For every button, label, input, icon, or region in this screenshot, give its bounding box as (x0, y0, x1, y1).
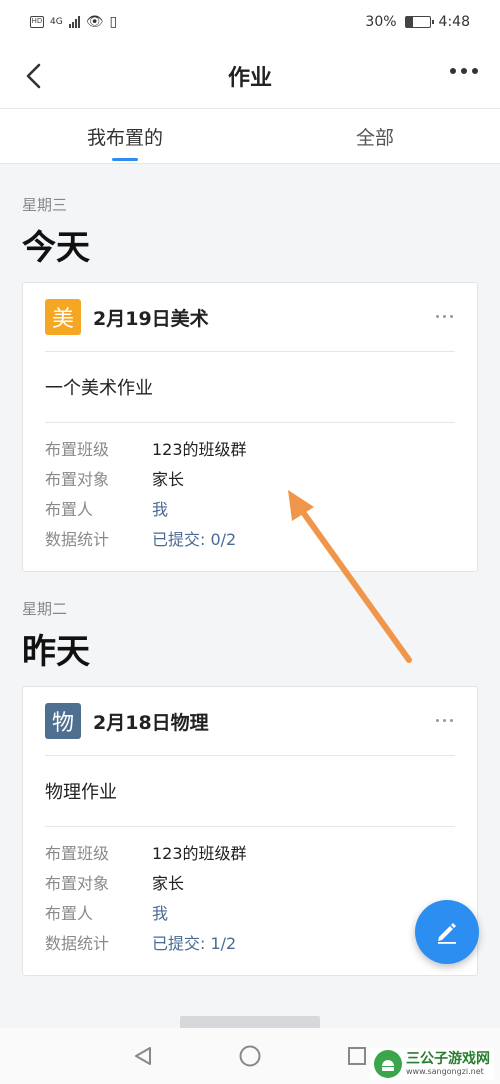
watermark-text-group: 三公子游戏网 www.sangongzi.net (406, 1051, 490, 1077)
clock: 4:48 (438, 14, 470, 30)
info-row: 布置对象 家长 (45, 867, 455, 897)
info-value: 123的班级群 (152, 440, 247, 459)
info-list: 布置班级 123的班级群 布置对象 家长 布置人 我 数据统计 已提交: 1/2 (23, 827, 477, 975)
site-watermark: 三公子游戏网 www.sangongzi.net (370, 1048, 494, 1080)
vibrate-icon: ▯ (109, 14, 118, 30)
assigner-link[interactable]: 我 (152, 900, 168, 924)
tab-label: 全部 (355, 126, 394, 149)
info-value: 123的班级群 (152, 844, 247, 863)
info-value: 家长 (152, 874, 185, 893)
card-more-button[interactable] (436, 719, 453, 722)
info-label: 布置对象 (45, 470, 110, 489)
info-row: 布置对象 家长 (45, 463, 455, 493)
info-list: 布置班级 123的班级群 布置对象 家长 布置人 我 数据统计 已提交: 0/2 (23, 423, 477, 571)
assigner-link[interactable]: 我 (152, 496, 168, 520)
status-bar: HD 4G 👁 ▯ 30% 4:48 (0, 0, 500, 44)
homework-card[interactable]: 物 2月18日物理 物理作业 布置班级 123的班级群 布置对象 家长 布置人 … (22, 686, 478, 976)
status-right: 30% 4:48 (365, 14, 470, 30)
info-row: 布置班级 123的班级群 (45, 837, 455, 867)
day-heading: 昨天 (22, 632, 90, 672)
submission-stats-link[interactable]: 已提交: 1/2 (152, 930, 236, 954)
info-value: 家长 (152, 470, 185, 489)
tab-bar: 我布置的 全部 (0, 108, 500, 164)
info-row: 布置人 我 (45, 897, 455, 927)
more-button[interactable] (450, 68, 478, 74)
weekday-label: 星期三 (22, 196, 68, 214)
hd-icon: HD (30, 16, 44, 28)
card-description: 物理作业 (45, 782, 117, 803)
battery-percent: 30% (365, 14, 397, 30)
info-label: 布置人 (45, 500, 94, 519)
back-button[interactable] (18, 60, 50, 92)
status-left: HD 4G 👁 ▯ (30, 14, 117, 30)
card-header: 美 2月19日美术 (23, 283, 477, 351)
battery-level (405, 17, 413, 27)
chevron-left-icon (26, 63, 41, 89)
card-title: 2月18日物理 (93, 711, 209, 734)
info-label: 数据统计 (45, 934, 110, 953)
info-label: 布置对象 (45, 874, 110, 893)
card-header: 物 2月18日物理 (23, 687, 477, 755)
pencil-icon (438, 923, 456, 944)
subject-badge: 物 (45, 703, 81, 739)
homework-card[interactable]: 美 2月19日美术 一个美术作业 布置班级 123的班级群 布置对象 家长 布置… (22, 282, 478, 572)
card-title: 2月19日美术 (93, 307, 209, 330)
day-heading: 今天 (22, 228, 90, 268)
more-dot-icon (461, 68, 467, 74)
tab-active-indicator (112, 158, 138, 161)
tab-assigned-by-me[interactable]: 我布置的 (0, 109, 250, 163)
info-row: 数据统计 已提交: 1/2 (45, 927, 455, 957)
tab-all[interactable]: 全部 (250, 109, 500, 163)
back-triangle-icon[interactable] (128, 1041, 158, 1071)
more-dot-icon (450, 68, 456, 74)
info-row: 数据统计 已提交: 0/2 (45, 523, 455, 553)
signal-icon (68, 16, 80, 28)
recents-square-icon[interactable] (342, 1041, 372, 1071)
info-label: 布置班级 (45, 844, 110, 863)
subject-badge: 美 (45, 299, 81, 335)
page-title: 作业 (227, 66, 272, 91)
network-label: 4G (50, 17, 63, 27)
info-label: 布置人 (45, 904, 94, 923)
home-circle-icon[interactable] (235, 1041, 265, 1071)
card-description: 一个美术作业 (45, 378, 153, 399)
watermark-url: www.sangongzi.net (406, 1067, 484, 1076)
nav-bar: 作业 (0, 44, 500, 108)
info-label: 数据统计 (45, 530, 110, 549)
more-dot-icon (472, 68, 478, 74)
info-row: 布置班级 123的班级群 (45, 433, 455, 463)
submission-stats-link[interactable]: 已提交: 0/2 (152, 526, 236, 550)
battery-icon (404, 16, 434, 28)
compose-button[interactable] (415, 900, 479, 964)
eye-icon: 👁 (85, 14, 104, 30)
weekday-label: 星期二 (22, 600, 68, 618)
tab-label: 我布置的 (86, 126, 163, 149)
info-label: 布置班级 (45, 440, 110, 459)
android-logo-icon (374, 1050, 402, 1078)
watermark-text: 三公子游戏网 (406, 1051, 490, 1067)
info-row: 布置人 我 (45, 493, 455, 523)
card-more-button[interactable] (436, 315, 453, 318)
